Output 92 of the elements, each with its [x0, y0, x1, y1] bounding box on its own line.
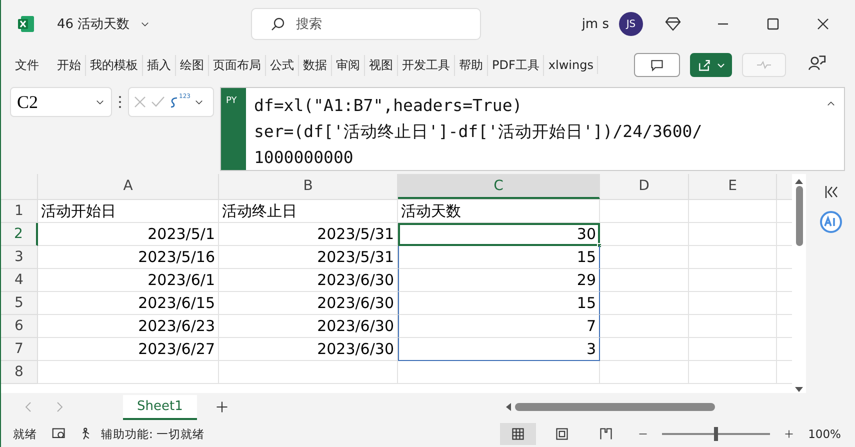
table-cell: 2023/6/15 — [38, 292, 219, 315]
ribbon-tab[interactable]: 审阅 — [332, 54, 365, 76]
scroll-up-icon[interactable] — [795, 178, 804, 184]
fill-handle[interactable] — [597, 243, 602, 248]
table-cell: 2023/6/23 — [38, 315, 219, 338]
more-icon[interactable] — [118, 95, 122, 109]
ai-icon[interactable] — [818, 210, 843, 234]
file-name[interactable]: 46 活动天数 — [57, 15, 130, 33]
ribbon-tab[interactable]: 开发工具 — [398, 54, 455, 76]
zoom-in-icon[interactable] — [784, 429, 794, 439]
ribbon-tab[interactable]: PDF工具 — [488, 54, 544, 76]
close-icon[interactable] — [815, 16, 831, 32]
table-cell: 2023/6/30 — [219, 292, 398, 315]
ribbon-tab[interactable]: 视图 — [365, 54, 398, 76]
column-header[interactable]: A — [38, 174, 219, 199]
row-header[interactable]: 5 — [1, 292, 38, 315]
python-badge: PY — [221, 88, 246, 170]
ribbon-tab[interactable]: 公式 — [266, 54, 299, 76]
table-cell: 活动终止日 — [219, 200, 398, 223]
person-chat-icon[interactable] — [808, 54, 826, 72]
column-header[interactable]: C — [398, 174, 600, 199]
user-name: jm s — [582, 16, 609, 32]
row-header[interactable]: 4 — [1, 269, 38, 292]
ribbon-tab[interactable]: 帮助 — [455, 54, 488, 76]
check-icon[interactable] — [151, 95, 165, 109]
table-cell: 29 — [398, 269, 600, 292]
table-cell: 2023/5/31 — [219, 223, 398, 246]
share-button[interactable] — [690, 53, 732, 77]
macro-recorder-icon[interactable] — [51, 427, 67, 441]
table-cell: 15 — [398, 292, 600, 315]
name-box[interactable]: C2 — [10, 87, 112, 117]
comment-icon[interactable] — [650, 58, 664, 72]
page-icon[interactable] — [555, 427, 570, 441]
maximize-icon[interactable] — [765, 16, 781, 32]
vertical-scrollbar[interactable] — [792, 174, 806, 393]
table-cell: 15 — [398, 246, 600, 269]
search-placeholder: 搜索 — [296, 16, 322, 33]
search-field[interactable]: 搜索 — [250, 8, 481, 40]
excel-logo-icon — [17, 15, 35, 33]
diamond-icon[interactable] — [665, 16, 681, 32]
ribbon-tab[interactable]: 插入 — [143, 54, 176, 76]
table-cell: 2023/6/27 — [38, 338, 219, 361]
row-header[interactable]: 3 — [1, 246, 38, 269]
formula-line: df=xl("A1:B7",headers=True) — [254, 95, 524, 117]
zoom-percent[interactable]: 100% — [808, 427, 841, 441]
accessibility-status[interactable]: 辅助功能: 一切就绪 — [81, 426, 205, 442]
formula-line: 1000000000 — [254, 147, 354, 169]
ribbon-tab[interactable]: 数据 — [299, 54, 332, 76]
scroll-left-icon[interactable] — [505, 403, 511, 411]
ribbon-tab[interactable]: 开始 — [53, 54, 86, 76]
row-header[interactable]: 2 — [1, 223, 38, 246]
table-cell: 2023/6/30 — [219, 269, 398, 292]
sheet-tab[interactable]: Sheet1 — [123, 394, 197, 420]
ribbon-tab[interactable]: 我的模板 — [86, 54, 143, 76]
scroll-down-icon[interactable] — [795, 387, 804, 393]
table-cell: 活动开始日 — [38, 200, 219, 223]
row-header[interactable]: 6 — [1, 315, 38, 338]
table-cell: 2023/6/30 — [219, 315, 398, 338]
formula-line: ser=(df['活动终止日']-df['活动开始日'])/24/3600/ — [254, 121, 704, 143]
table-cell: 2023/6/30 — [219, 338, 398, 361]
ready-status: 就绪 — [13, 426, 37, 442]
table-cell: 2023/6/1 — [38, 269, 219, 292]
python-mode-icon[interactable] — [169, 95, 179, 109]
table-cell: 3 — [398, 338, 600, 361]
column-header[interactable]: D — [600, 174, 689, 199]
add-sheet-icon[interactable] — [214, 400, 229, 414]
table-cell: 2023/5/16 — [38, 246, 219, 269]
search-icon[interactable] — [270, 16, 286, 32]
avatar[interactable]: JS — [619, 12, 643, 36]
row-header[interactable]: 8 — [1, 361, 38, 384]
ribbon-tab[interactable]: xlwings — [544, 56, 598, 74]
expand-pane-icon[interactable] — [822, 184, 839, 200]
share-icon — [697, 58, 712, 72]
normal-view-button[interactable] — [500, 423, 536, 445]
caret-icon — [717, 61, 726, 69]
table-cell: 2023/5/31 — [219, 246, 398, 269]
ribbon-tab[interactable]: 绘图 — [176, 54, 209, 76]
comments-button[interactable] — [634, 53, 680, 77]
ribbon-tab[interactable]: 文件 — [11, 54, 53, 76]
ribbon-tab[interactable]: 页面布局 — [209, 54, 266, 76]
table-cell: 2023/5/1 — [38, 223, 219, 246]
table-cell: 7 — [398, 315, 600, 338]
grid-icon[interactable] — [511, 427, 526, 441]
row-header[interactable]: 7 — [1, 338, 38, 361]
table-cell: 30 — [398, 223, 600, 246]
column-header[interactable]: E — [689, 174, 777, 199]
zoom-thumb[interactable] — [714, 427, 718, 441]
formula-field[interactable]: PY df=xl("A1:B7",headers=True) ser=(df['活动终止日']-df['活动开始日'])/24/3600/ 1000000000 — [220, 87, 845, 171]
page-break-icon[interactable] — [599, 427, 614, 441]
table-cell: 活动天数 — [398, 200, 600, 223]
pulse-icon — [757, 60, 772, 70]
row-header[interactable]: 1 — [1, 200, 38, 223]
